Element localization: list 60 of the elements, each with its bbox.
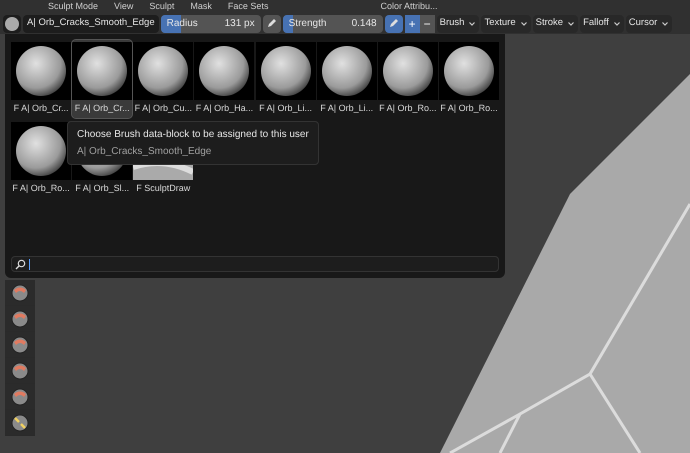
brush-label: F A| Orb_Ro... bbox=[12, 182, 70, 195]
header-dropdown[interactable]: Texture bbox=[481, 14, 531, 32]
chevron-icon bbox=[468, 20, 476, 28]
brush-sphere-icon[interactable] bbox=[3, 14, 21, 32]
header-dropdown[interactable]: Brush bbox=[436, 14, 480, 32]
brush-label: F A| Orb_Ro... bbox=[440, 102, 498, 115]
brush-tile[interactable]: F A| Orb_Ro... bbox=[438, 40, 499, 118]
brush-label: F A| Orb_Cr... bbox=[74, 102, 130, 115]
sphere-thumbnail bbox=[133, 42, 194, 100]
pressure-toggle[interactable] bbox=[262, 14, 281, 32]
menu-item[interactable]: Sculpt Mode bbox=[48, 2, 98, 11]
sphere-thumbnail bbox=[438, 42, 499, 100]
search-icon bbox=[15, 258, 26, 270]
sphere-thumbnail bbox=[316, 42, 377, 100]
header-dropdown[interactable]: Stroke bbox=[532, 14, 578, 32]
brush-tile[interactable]: F A| Orb_Li... bbox=[256, 40, 316, 118]
brush-label: F A| Orb_Ha... bbox=[196, 102, 254, 115]
search-field[interactable] bbox=[11, 256, 499, 272]
brush-tile[interactable]: F A| Orb_Ha... bbox=[194, 40, 254, 118]
sphere-thumbnail bbox=[378, 42, 438, 100]
text-cursor bbox=[29, 258, 30, 270]
brush-label: F A| Orb_Li... bbox=[259, 102, 312, 115]
pen-icon bbox=[388, 18, 400, 29]
sphere-thumbnail bbox=[72, 42, 132, 100]
header-dropdown[interactable]: Cursor bbox=[626, 14, 672, 32]
brush-tile[interactable]: F A| Orb_Ro... bbox=[11, 120, 72, 197]
sphere-thumbnail bbox=[11, 122, 72, 180]
tooltip-brush-name: A| Orb_Cracks_Smooth_Edge bbox=[77, 145, 212, 159]
menu-item[interactable]: Color Attribu... bbox=[380, 2, 438, 11]
brush-label: F A| Orb_Sl... bbox=[75, 182, 130, 195]
brush-name-field[interactable]: A| Orb_Cracks_Smooth_Edge bbox=[23, 14, 159, 32]
menu-item[interactable]: Mask bbox=[190, 2, 212, 11]
menu-item[interactable]: Sculpt bbox=[149, 2, 174, 11]
menu-item[interactable]: View bbox=[114, 2, 134, 11]
tooltip-text: Choose Brush data-block to be assigned to this user bbox=[77, 128, 309, 142]
pressure-toggle[interactable] bbox=[384, 14, 403, 32]
slider-value: 131 px bbox=[224, 17, 255, 31]
chevron-icon bbox=[520, 20, 528, 28]
brush-label: F A| Orb_Ro... bbox=[379, 102, 436, 115]
brush-label: F A| Orb_Li... bbox=[320, 102, 374, 115]
brush-label: F SculptDraw bbox=[136, 182, 190, 195]
slider-value: 0.148 bbox=[352, 17, 377, 31]
chevron-icon bbox=[661, 20, 670, 28]
brush-tile[interactable]: F A| Orb_Cu... bbox=[133, 40, 194, 118]
brush-label: F A| Orb_Cu... bbox=[134, 102, 192, 115]
direction-toggle[interactable]: − bbox=[420, 14, 435, 32]
chevron-icon bbox=[567, 20, 576, 28]
sphere-thumbnail bbox=[194, 42, 254, 100]
header-dropdown[interactable]: Falloff bbox=[580, 14, 624, 32]
direction-toggle[interactable]: + bbox=[404, 14, 420, 32]
chevron-icon bbox=[612, 20, 621, 28]
sphere-thumbnail bbox=[11, 42, 72, 100]
brush-tile[interactable]: F A| Orb_Li... bbox=[316, 40, 377, 118]
sphere-thumbnail bbox=[256, 42, 316, 100]
brush-tile[interactable]: F A| Orb_Cr... bbox=[11, 40, 72, 118]
pen-icon bbox=[266, 18, 278, 29]
brush-tile[interactable]: F A| Orb_Ro... bbox=[378, 40, 438, 118]
brush-tile[interactable]: F A| Orb_Cr... bbox=[72, 40, 132, 118]
brush-label: F A| Orb_Cr... bbox=[14, 102, 68, 115]
menu-item[interactable]: Face Sets bbox=[228, 2, 268, 11]
